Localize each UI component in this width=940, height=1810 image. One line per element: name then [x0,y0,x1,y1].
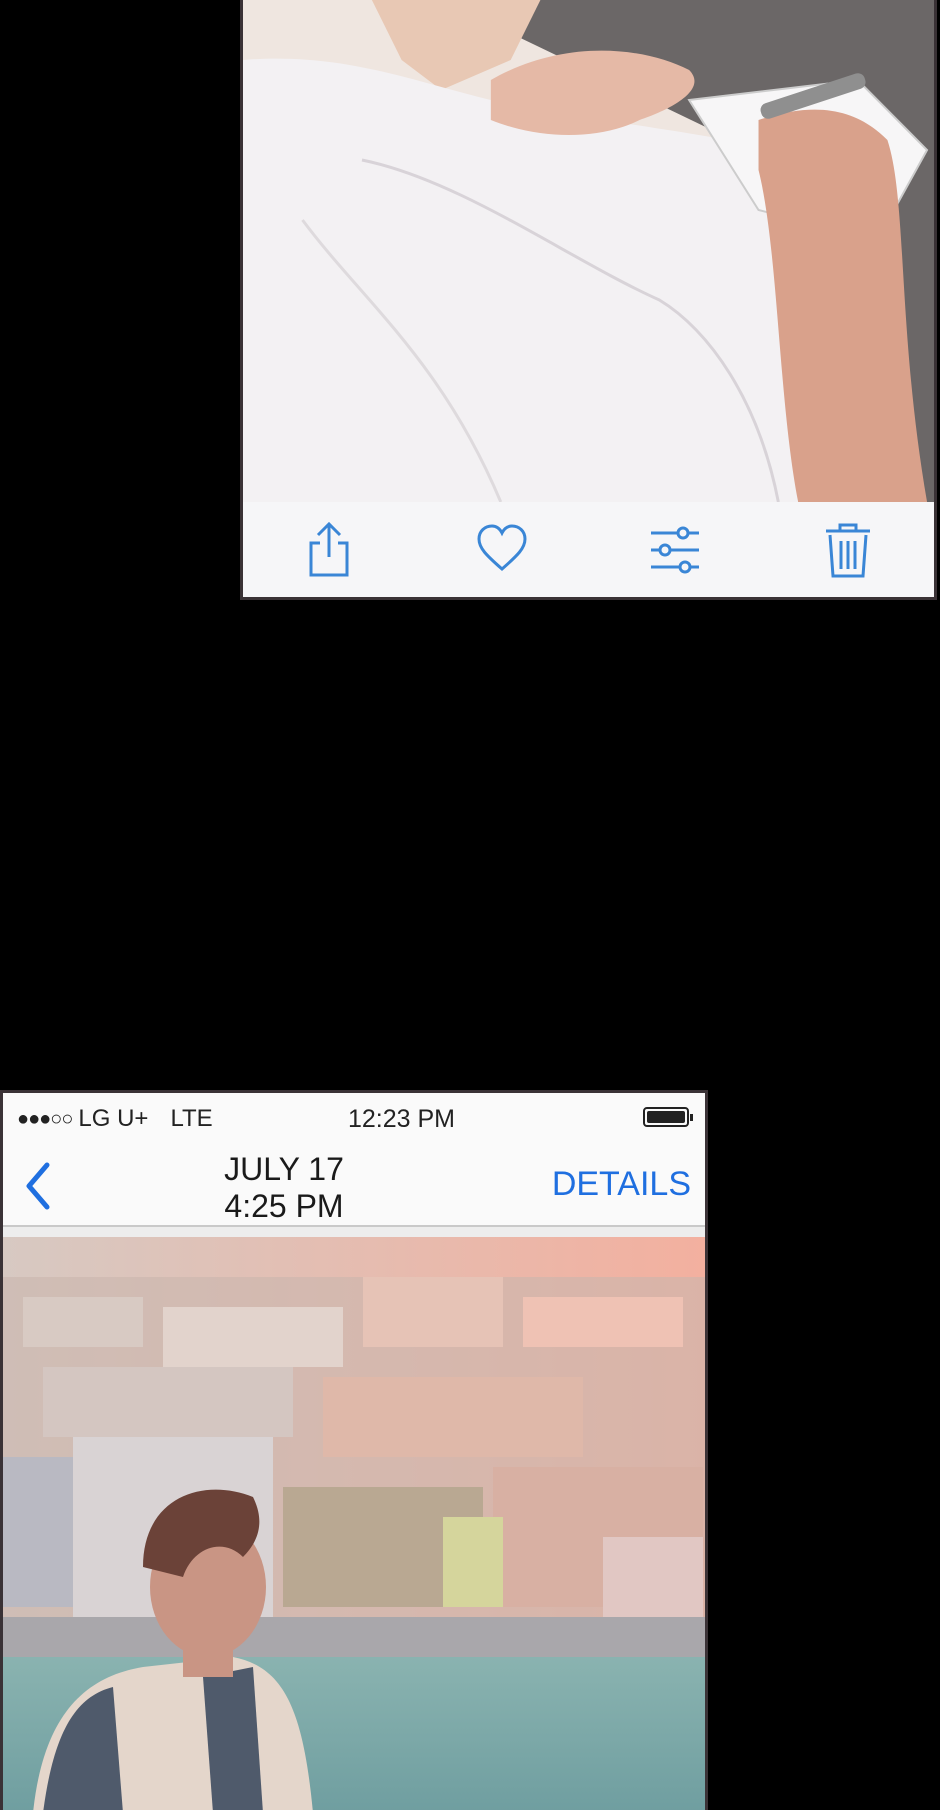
nav-bar: JULY 17 4:25 PM DETAILS [3,1143,705,1227]
favorite-button[interactable] [472,520,532,580]
sliders-icon [650,526,699,573]
status-bar: ●●●○○ LG U+ LTE 12:23 PM [3,1093,705,1143]
network-type: LTE [170,1105,213,1132]
details-button[interactable]: DETAILS [552,1165,691,1204]
share-button[interactable] [299,520,359,580]
photo-toolbar [243,502,934,597]
carrier-info: ●●●○○ LG U+ LTE [17,1105,213,1133]
status-time: 12:23 PM [348,1105,456,1133]
edit-button[interactable] [645,520,705,580]
signal-strength: ●●●○○ [17,1107,73,1130]
share-icon [309,521,349,576]
divider [3,1227,705,1237]
delete-button[interactable] [818,520,878,580]
trash-icon [825,523,870,577]
photo-viewer-top [240,0,937,600]
photo-illustration-harbor [3,1237,705,1810]
carrier-name: LG U+ [78,1105,149,1132]
photo-illustration-shirt [243,0,934,502]
photo-viewer-bottom: ●●●○○ LG U+ LTE 12:23 PM JULY 17 4:25 PM… [0,1090,708,1810]
battery-icon [643,1107,693,1127]
heart-icon [477,523,527,571]
